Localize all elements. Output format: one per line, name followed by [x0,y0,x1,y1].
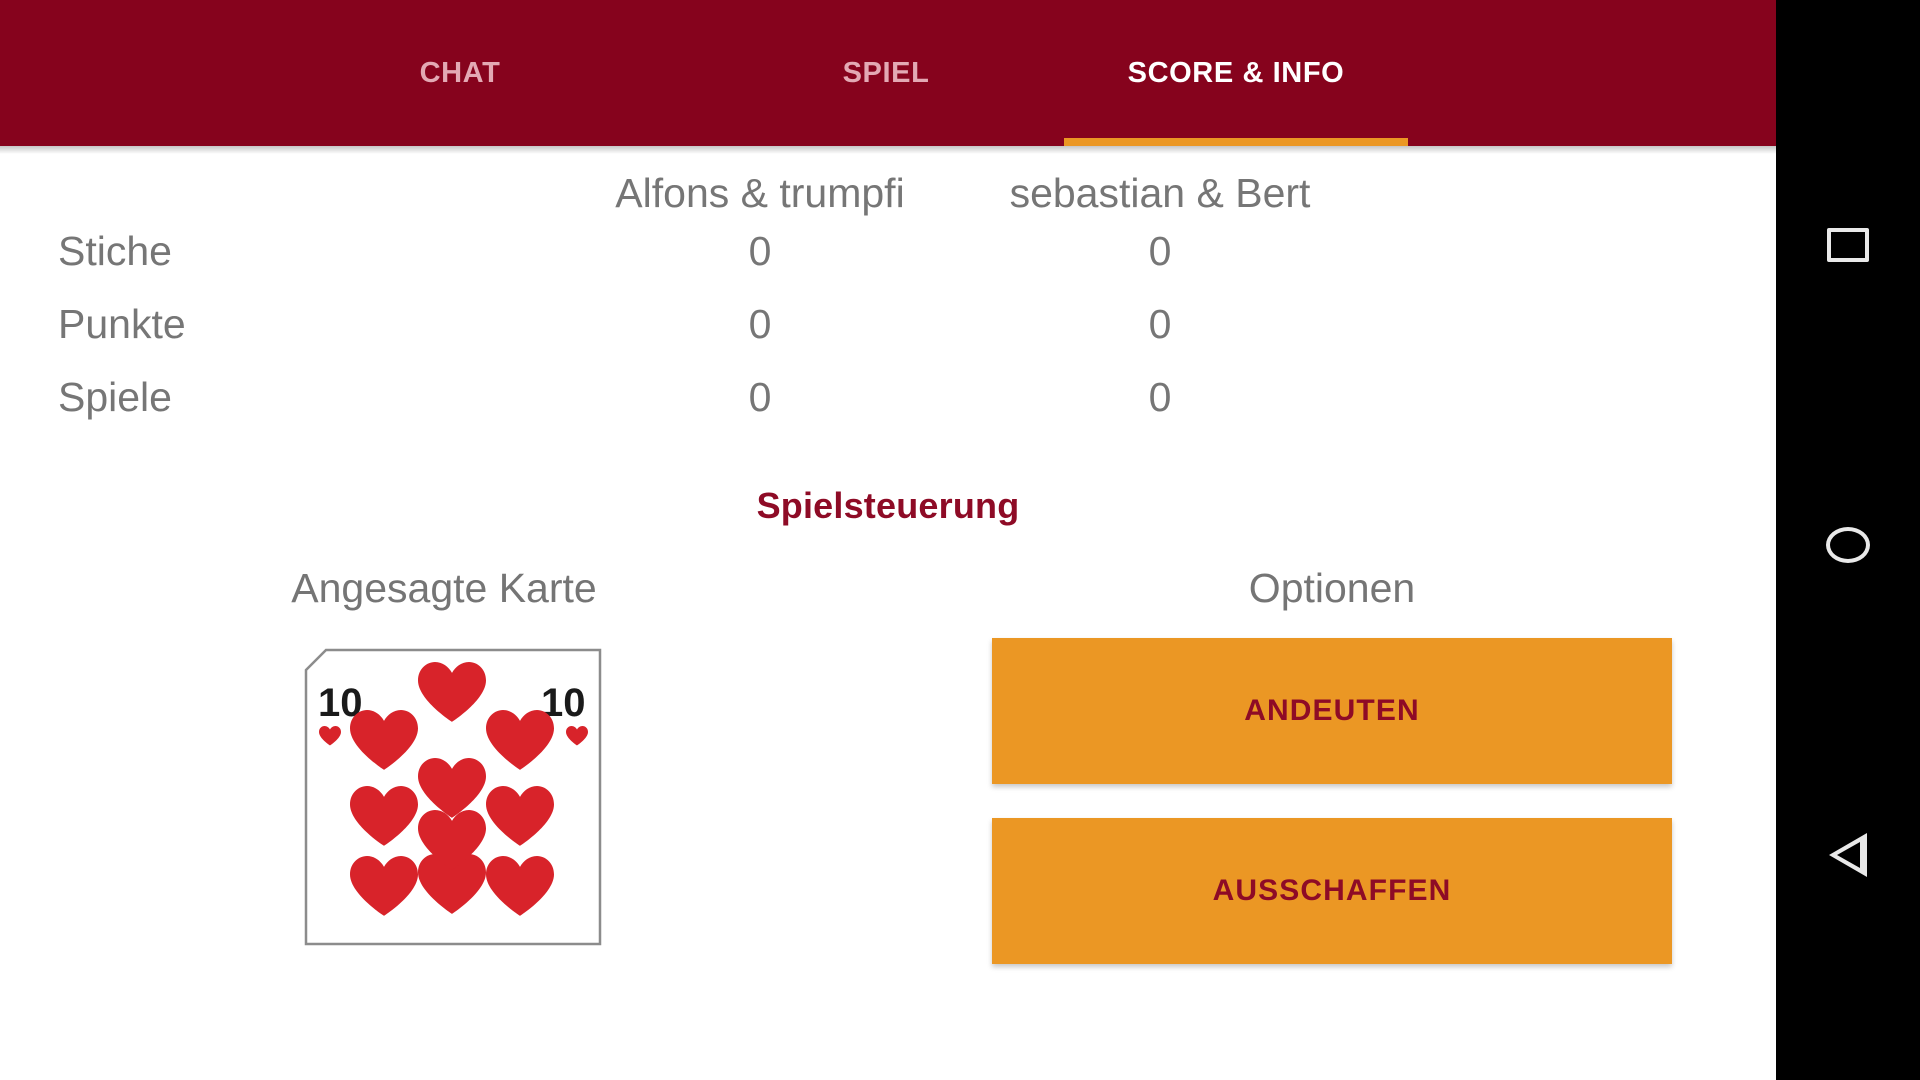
announced-card-heading: Angesagte Karte [291,565,597,611]
punkte-team-a-value: 0 [748,301,772,347]
section-title: Spielsteuerung [756,485,1020,526]
ausschaffen-button-label: AUSSCHAFFEN [1212,874,1452,907]
score-table: Alfons & trumpfi sebastian & Bert Stiche… [0,146,1776,447]
screen: CHAT SPIEL SCORE & INFO Alfons & trumpfi… [0,0,1920,1080]
tab-spiel-label: SPIEL [842,56,930,89]
punkte-team-b-value: 0 [1148,301,1172,347]
row-label-punkte: Punkte [58,301,186,347]
nav-back-button[interactable] [1776,800,1920,910]
andeuten-button-label: ANDEUTEN [1244,694,1420,727]
row-label-spiele: Spiele [58,374,172,420]
andeuten-button[interactable]: ANDEUTEN [992,638,1672,784]
game-control-panel: Angesagte Karte 10 10 Optionen ANDEUTEN … [0,565,1776,964]
score-table-header-row: Alfons & trumpfi sebastian & Bert [0,156,1776,228]
stiche-team-b-value: 0 [1148,228,1172,274]
top-tab-bar: CHAT SPIEL SCORE & INFO [0,0,1776,154]
app-content: CHAT SPIEL SCORE & INFO Alfons & trumpfi… [0,0,1776,1080]
nav-home-button[interactable] [1776,490,1920,600]
table-row: Stiche 0 0 [0,228,1776,301]
tab-list: CHAT SPIEL SCORE & INFO [0,0,1776,146]
active-tab-indicator [1064,138,1408,146]
ten-of-hearts-card-icon: 10 10 [304,648,602,946]
spiele-team-a-value: 0 [748,374,772,420]
ausschaffen-button[interactable]: AUSSCHAFFEN [992,818,1672,964]
android-navigation-bar [1776,0,1920,1080]
square-icon [1827,228,1869,262]
row-label-stiche: Stiche [58,228,172,274]
spiele-team-b-value: 0 [1148,374,1172,420]
options-button-group: ANDEUTEN AUSSCHAFFEN [992,638,1672,964]
options-panel: Optionen ANDEUTEN AUSSCHAFFEN [888,565,1776,964]
nav-recents-button[interactable] [1776,190,1920,300]
announced-card-panel: Angesagte Karte 10 10 [0,565,888,964]
team-a-name: Alfons & trumpfi [615,170,905,216]
options-heading: Optionen [1248,565,1416,611]
table-row: Punkte 0 0 [0,301,1776,374]
tab-score-and-info[interactable]: SCORE & INFO [1064,0,1408,146]
team-b-name: sebastian & Bert [1009,170,1311,216]
tab-score-and-info-label: SCORE & INFO [1127,56,1345,89]
tab-spiel[interactable]: SPIEL [798,0,974,146]
circle-icon [1826,527,1870,563]
announced-card[interactable]: 10 10 [288,638,618,958]
stiche-team-a-value: 0 [748,228,772,274]
table-row: Spiele 0 0 [0,374,1776,447]
tab-chat[interactable]: CHAT [372,0,548,146]
triangle-left-icon [1829,833,1867,877]
tab-chat-label: CHAT [419,56,501,89]
